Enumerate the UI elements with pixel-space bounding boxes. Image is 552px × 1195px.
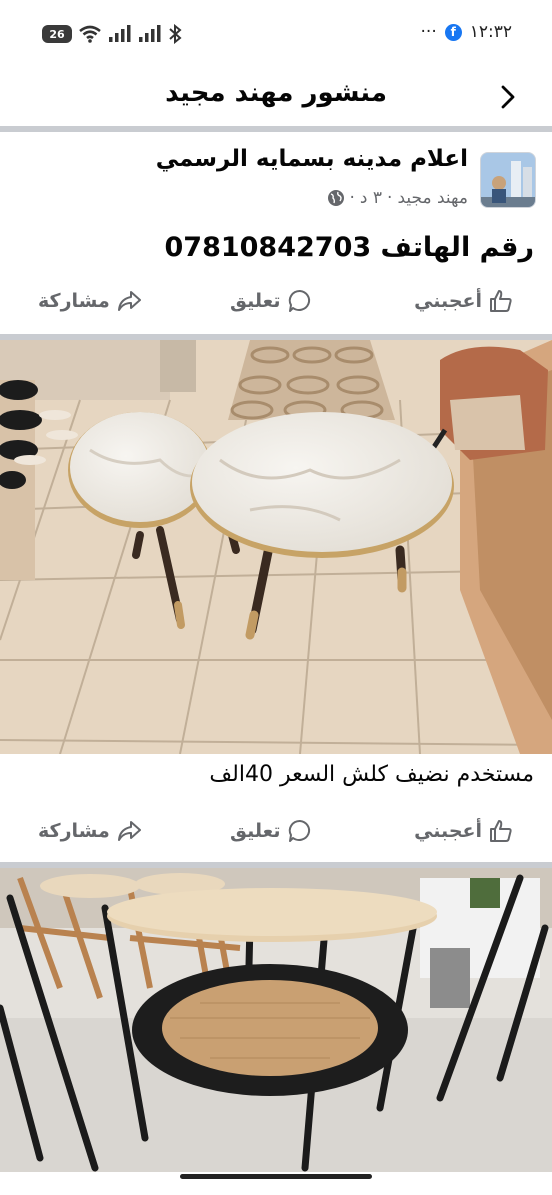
share-arrow-icon	[117, 291, 141, 311]
chevron-right-icon[interactable]	[492, 82, 522, 112]
photo-2-image	[0, 868, 552, 1172]
comment-button[interactable]: تعليق	[230, 288, 313, 314]
clock: ١٢:٣٢	[469, 22, 512, 42]
battery-indicator: 26	[42, 25, 72, 43]
photo-actions: أعجبني تعليق مشاركة	[0, 810, 552, 856]
top-app-bar: منشور مهند مجيد	[0, 68, 552, 126]
thumbs-up-icon	[490, 290, 512, 312]
share-arrow-icon	[117, 821, 141, 841]
globe-icon	[327, 190, 344, 206]
avatar-image	[481, 153, 535, 207]
wifi-icon	[79, 25, 101, 43]
facebook-notification-icon: f	[444, 23, 462, 41]
like-label: أعجبني	[414, 820, 482, 842]
like-button-2[interactable]: أعجبني	[414, 818, 514, 844]
post-photo-1[interactable]	[0, 340, 552, 754]
comment-label: تعليق	[230, 290, 281, 312]
photo-caption: مستخدم نضيف كلش السعر 40الف	[209, 762, 534, 787]
bluetooth-icon	[169, 24, 182, 44]
thumbs-up-icon	[490, 820, 512, 842]
status-bar: 26 ··· f ١٢:٣٢	[0, 0, 552, 68]
comment-label: تعليق	[230, 820, 281, 842]
comment-bubble-icon	[288, 819, 310, 842]
header-divider	[0, 126, 552, 132]
status-icons: 26	[42, 24, 182, 44]
author-name[interactable]: مهند مجيد	[397, 188, 468, 208]
share-label: مشاركة	[38, 820, 110, 842]
post-actions: أعجبني تعليق مشاركة	[0, 280, 552, 326]
signal-icon	[109, 25, 131, 42]
comment-button-2[interactable]: تعليق	[230, 818, 313, 844]
post-text: رقم الهاتف 07810842703	[164, 232, 535, 263]
like-label: أعجبني	[414, 290, 482, 312]
like-button[interactable]: أعجبني	[414, 288, 514, 314]
more-notifications-icon: ···	[420, 22, 437, 42]
signal-icon-2	[139, 25, 161, 42]
post-meta: مهند مجيد · ٣ د ·	[327, 188, 468, 208]
comment-bubble-icon	[288, 289, 310, 312]
page-name-link[interactable]: اعلام مدينه بسمايه الرسمي	[156, 146, 468, 172]
share-button-2[interactable]: مشاركة	[38, 818, 142, 844]
post-header: اعلام مدينه بسمايه الرسمي مهند مجيد · ٣ …	[0, 134, 552, 224]
meta-separator: ·	[387, 188, 393, 208]
share-label: مشاركة	[38, 290, 110, 312]
share-button[interactable]: مشاركة	[38, 288, 142, 314]
gesture-bar[interactable]	[180, 1174, 372, 1179]
post-time[interactable]: ٣ د	[360, 188, 382, 208]
status-right: ··· f ١٢:٣٢	[421, 22, 512, 42]
page-title: منشور مهند مجيد	[165, 78, 387, 108]
meta-separator-2: ·	[349, 188, 355, 208]
photo-1-image	[0, 340, 552, 754]
post-photo-2[interactable]	[0, 868, 552, 1172]
avatar[interactable]	[480, 152, 536, 208]
